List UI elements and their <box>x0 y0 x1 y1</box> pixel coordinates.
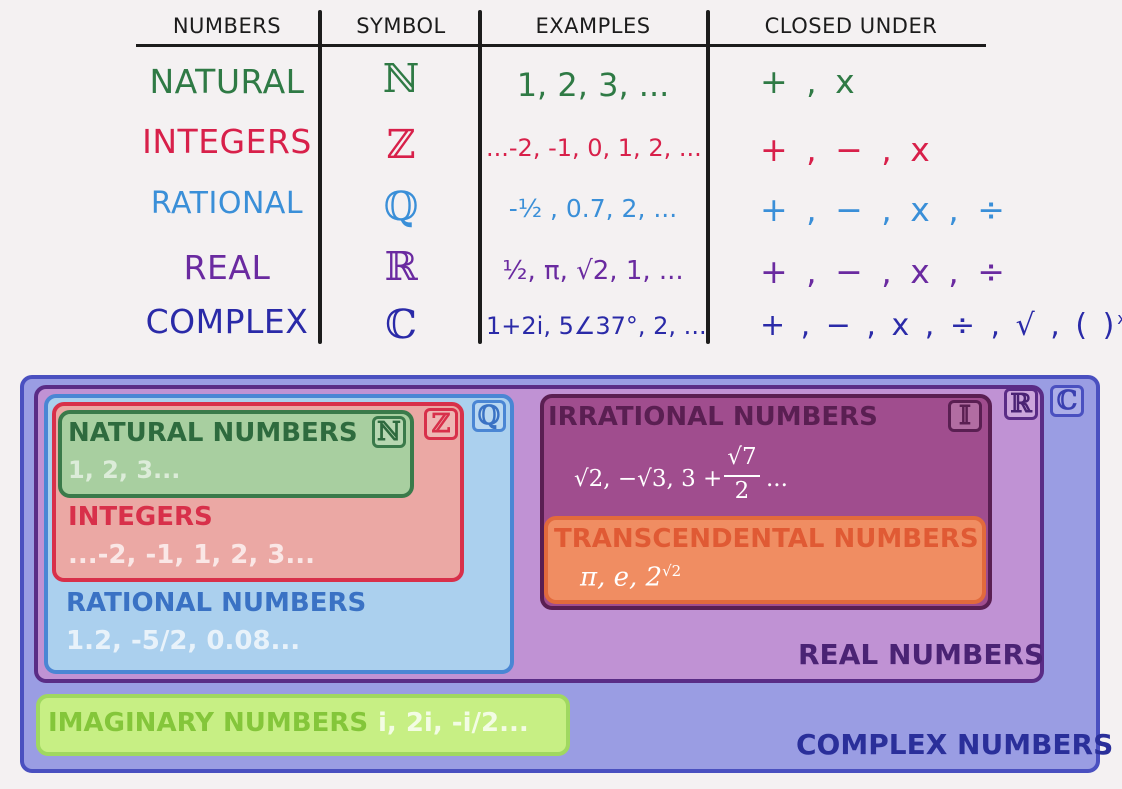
rational-numbers-examples: 1.2, -5/2, 0.08... <box>66 626 301 656</box>
imaginary-numbers-label: IMAGINARY NUMBERS <box>48 708 369 738</box>
closed-under-rational: + , − , x , ÷ <box>760 190 1009 229</box>
exponent-superscript: x <box>1117 309 1122 328</box>
examples-real: ½, π, √2, 1, ... <box>502 256 684 286</box>
complex-set-icon: ℂ <box>1050 385 1084 417</box>
closed-under-complex: + , − , x , ÷ , √ , ( )x <box>760 308 1122 343</box>
symbol-complex: ℂ <box>385 302 417 348</box>
irrational-set-icon: 𝕀 <box>948 400 982 432</box>
irrational-numbers-label: IRRATIONAL NUMBERS <box>548 402 878 432</box>
examples-rational: -½ , 0.7, 2, ... <box>508 194 678 223</box>
closed-under-real: + , − , x , ÷ <box>760 252 1009 291</box>
complex-numbers-label: COMPLEX NUMBERS <box>796 728 1114 761</box>
natural-numbers-label: NATURAL NUMBERS <box>68 418 358 448</box>
transcendental-numbers-label: TRANSCENDENTAL NUMBERS <box>554 524 979 554</box>
natural-set-icon: ℕ <box>372 416 406 448</box>
rational-set-icon: ℚ <box>472 400 506 432</box>
row-name-rational: RATIONAL <box>150 186 304 221</box>
examples-integers: ...-2, -1, 0, 1, 2, ... <box>486 134 702 162</box>
rational-numbers-label: RATIONAL NUMBERS <box>66 588 367 618</box>
column-divider <box>318 10 322 344</box>
closed-under-integers: + , − , x <box>760 130 934 169</box>
real-set-icon: ℝ <box>1004 388 1038 420</box>
row-name-real: REAL <box>183 248 271 287</box>
symbol-integers: ℤ <box>386 122 416 168</box>
real-numbers-label: REAL NUMBERS <box>798 638 1045 671</box>
transcendental-numbers-examples: π, e, 2√2 <box>580 562 682 593</box>
imaginary-numbers-examples: i, 2i, -i/2... <box>378 708 529 738</box>
symbol-natural: ℕ <box>382 56 420 102</box>
closed-under-natural: + , x <box>760 62 859 101</box>
row-name-natural: NATURAL <box>149 62 305 101</box>
header-examples: EXAMPLES <box>535 14 651 38</box>
header-closed-under: CLOSED UNDER <box>764 14 938 38</box>
symbol-rational: ℚ <box>383 184 419 230</box>
natural-numbers-examples: 1, 2, 3... <box>68 456 181 484</box>
examples-complex: 1+2i, 5∠37°, 2, ... <box>486 312 707 340</box>
examples-natural: 1, 2, 3, ... <box>516 66 670 104</box>
integers-label: INTEGERS <box>68 502 213 532</box>
header-divider <box>136 44 986 47</box>
symbol-real: ℝ <box>384 244 418 290</box>
column-divider <box>706 10 710 344</box>
integers-examples: ...-2, -1, 1, 2, 3... <box>68 540 316 570</box>
integers-set-icon: ℤ <box>424 408 458 440</box>
header-symbol: SYMBOL <box>356 14 446 38</box>
column-divider <box>478 10 482 344</box>
row-name-integers: INTEGERS <box>142 122 312 161</box>
row-name-complex: COMPLEX <box>145 302 309 341</box>
header-numbers: NUMBERS <box>172 14 282 38</box>
